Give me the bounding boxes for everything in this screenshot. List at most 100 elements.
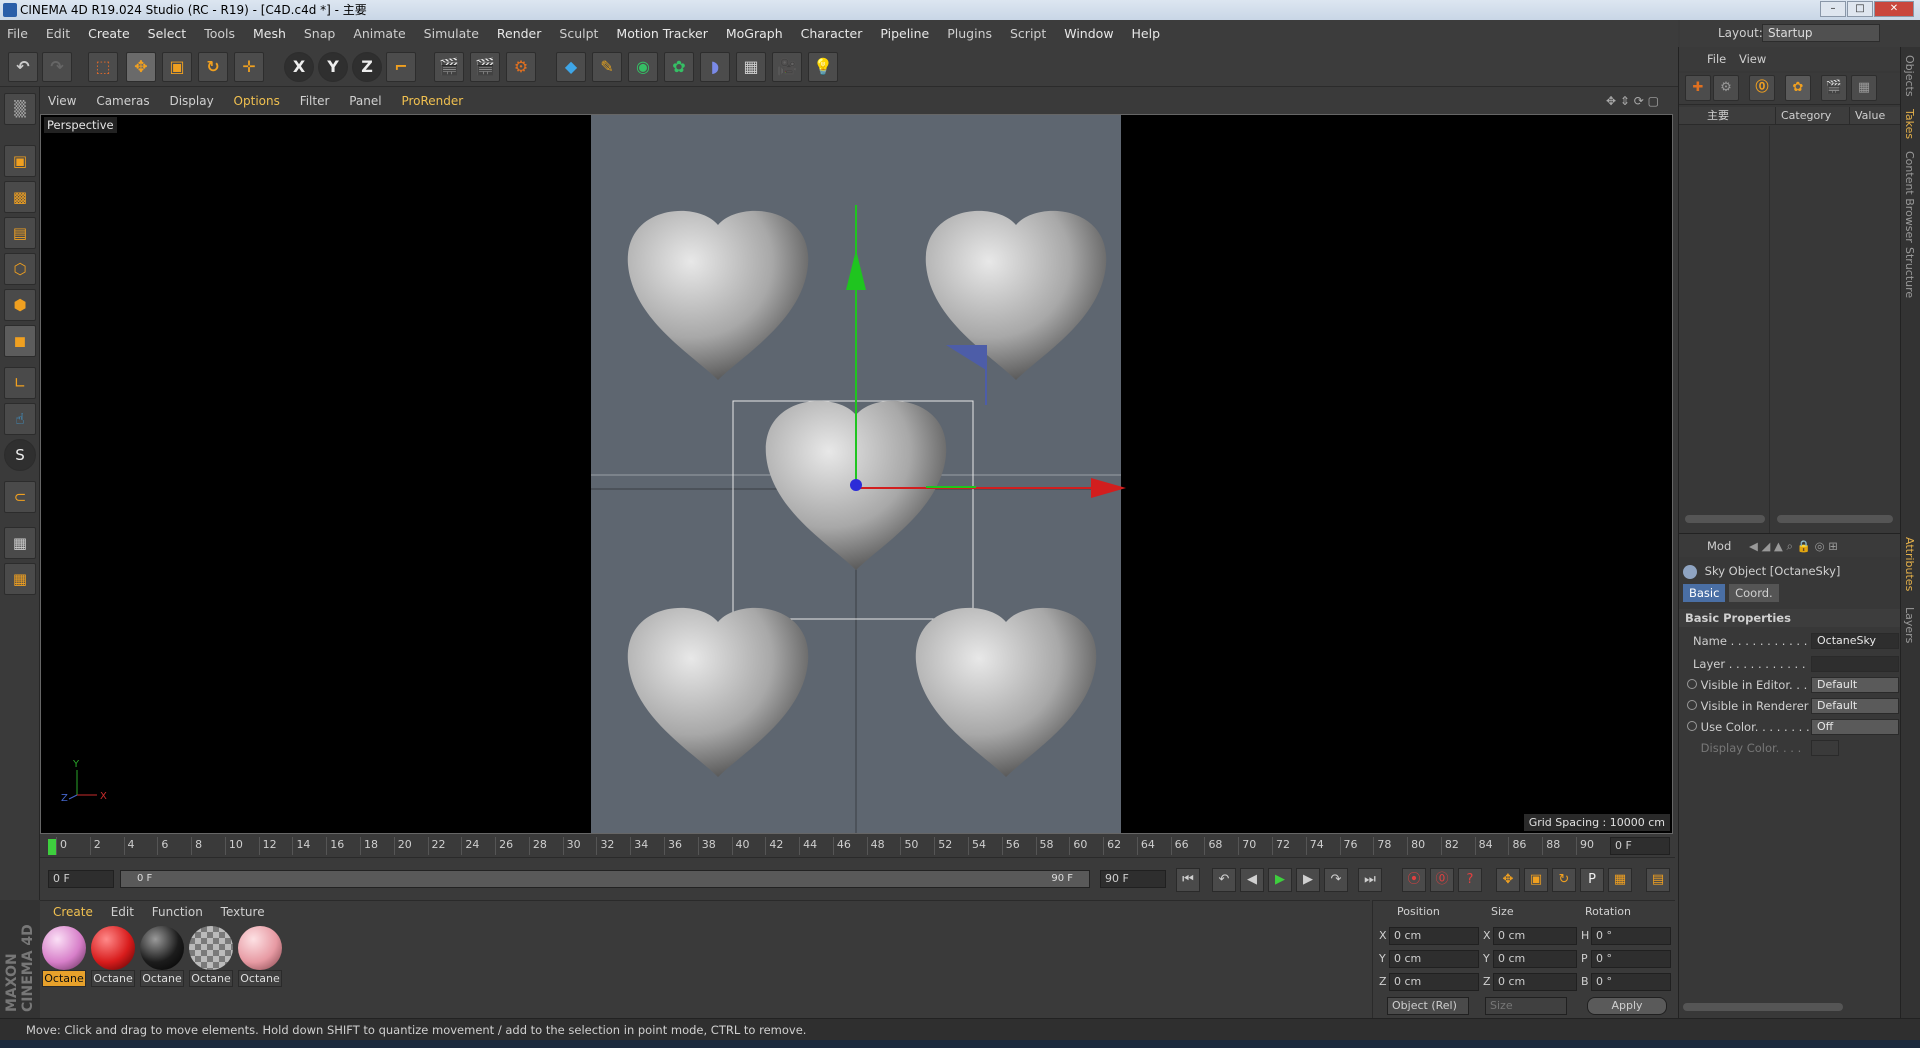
menu-pipeline[interactable]: Pipeline	[873, 20, 936, 47]
menu-help[interactable]: Help	[1125, 20, 1168, 47]
axis-x-lock[interactable]: X	[284, 52, 314, 82]
size-mode-dropdown[interactable]: Size	[1485, 997, 1567, 1015]
take-auto-icon[interactable]: ⓪	[1749, 75, 1775, 101]
texture-mode-icon[interactable]: ▩	[4, 181, 36, 213]
light-icon[interactable]: 💡	[808, 52, 838, 82]
cloner-icon[interactable]: ✿	[664, 52, 694, 82]
position-z-field[interactable]: 0 cm	[1389, 973, 1479, 991]
material-menu-edit[interactable]: Edit	[104, 905, 141, 919]
current-frame-field[interactable]: 0 F	[1610, 837, 1670, 855]
material-swatch-5[interactable]: Octane	[238, 926, 282, 987]
size-y-field[interactable]: 0 cm	[1493, 950, 1577, 968]
next-frame-icon[interactable]: ▶	[1296, 868, 1320, 892]
close-button[interactable]: ✕	[1874, 1, 1914, 17]
tab-coord[interactable]: Coord.	[1729, 584, 1779, 602]
go-to-end-icon[interactable]: ⏭	[1358, 868, 1382, 892]
workplane-icon[interactable]: ▤	[4, 217, 36, 249]
visible-in-renderer-dropdown[interactable]: Default	[1811, 698, 1899, 714]
rotation-p-field[interactable]: 0 °	[1591, 950, 1671, 968]
menu-motion-tracker[interactable]: Motion Tracker	[609, 20, 714, 47]
key-scale-icon[interactable]: ▣	[1524, 868, 1548, 892]
model-mode-icon[interactable]: ▣	[4, 145, 36, 177]
coord-mode-dropdown[interactable]: Object (Rel)	[1387, 997, 1469, 1015]
menu-create[interactable]: Create	[81, 20, 137, 47]
workplane-lock-icon[interactable]: ▦	[4, 527, 36, 559]
axis-y-lock[interactable]: Y	[318, 52, 348, 82]
takes-scrollbar-right[interactable]	[1777, 515, 1893, 523]
record-keys-icon[interactable]: ⦿	[1402, 868, 1426, 892]
name-field[interactable]: OctaneSky	[1811, 633, 1899, 649]
objects-menu-view[interactable]: View	[1739, 47, 1766, 71]
take-override-icon[interactable]: ⚙	[1713, 75, 1739, 101]
start-frame-field[interactable]: 0 F	[48, 870, 114, 888]
menu-edit[interactable]: Edit	[39, 20, 77, 47]
side-tab-attributes[interactable]: Attributes	[1903, 537, 1916, 591]
render-picture-viewer-icon[interactable]: 🎬	[470, 52, 500, 82]
take-render-icon[interactable]: 🎬	[1821, 75, 1847, 101]
size-z-field[interactable]: 0 cm	[1493, 973, 1577, 991]
previous-frame-icon[interactable]: ◀	[1240, 868, 1264, 892]
viewport-menu-panel[interactable]: Panel	[341, 89, 389, 113]
make-editable-icon[interactable]: ▒	[4, 93, 36, 125]
timeline-window-icon[interactable]: ▤	[1646, 868, 1670, 892]
play-icon[interactable]: ▶	[1268, 868, 1292, 892]
key-rotation-icon[interactable]: ↻	[1552, 868, 1576, 892]
axis-mode-icon[interactable]: ∟	[4, 367, 36, 399]
minimize-button[interactable]: –	[1820, 1, 1846, 17]
edges-mode-icon[interactable]: ⬢	[4, 289, 36, 321]
keyframe-selection-icon[interactable]: ?	[1458, 868, 1482, 892]
redo-icon[interactable]: ↷	[42, 52, 72, 82]
solo-mode-icon[interactable]: S	[4, 439, 36, 471]
tweak-mode-icon[interactable]: ☝	[4, 403, 36, 435]
viewport-menu-cameras[interactable]: Cameras	[88, 89, 157, 113]
rotate-tool-icon[interactable]: ↻	[198, 52, 228, 82]
menu-plugins[interactable]: Plugins	[940, 20, 999, 47]
visible-in-editor-dropdown[interactable]: Default	[1811, 677, 1899, 693]
subdivision-icon[interactable]: ◉	[628, 52, 658, 82]
end-frame-field[interactable]: 90 F	[1100, 870, 1166, 888]
side-tab-structure[interactable]: Structure	[1903, 247, 1916, 298]
planar-workplane-icon[interactable]: ▦	[4, 563, 36, 595]
menu-mograph[interactable]: MoGraph	[719, 20, 790, 47]
maximize-button[interactable]: □	[1847, 1, 1873, 17]
live-selection-icon[interactable]: ⬚	[88, 52, 118, 82]
menu-character[interactable]: Character	[794, 20, 870, 47]
layout-dropdown[interactable]: Startup	[1762, 24, 1880, 42]
polygons-mode-icon[interactable]: ◼	[4, 325, 36, 357]
menu-sculpt[interactable]: Sculpt	[552, 20, 605, 47]
rotation-b-field[interactable]: 0 °	[1591, 973, 1671, 991]
material-menu-create[interactable]: Create	[46, 905, 100, 919]
material-menu-function[interactable]: Function	[145, 905, 210, 919]
menu-simulate[interactable]: Simulate	[417, 20, 486, 47]
viewport-menu-display[interactable]: Display	[161, 89, 221, 113]
position-y-field[interactable]: 0 cm	[1389, 950, 1479, 968]
material-menu-texture[interactable]: Texture	[214, 905, 272, 919]
menu-mesh[interactable]: Mesh	[246, 20, 293, 47]
viewport-menu-options[interactable]: Options	[226, 89, 288, 113]
menu-select[interactable]: Select	[141, 20, 194, 47]
deformer-icon[interactable]: ◗	[700, 52, 730, 82]
take-settings-icon[interactable]: ▦	[1851, 75, 1877, 101]
side-tab-layers[interactable]: Layers	[1903, 607, 1916, 643]
tab-basic[interactable]: Basic	[1683, 584, 1726, 602]
undo-icon[interactable]: ↶	[8, 52, 38, 82]
animate-radio-icon[interactable]	[1687, 721, 1697, 731]
key-parameter-icon[interactable]: P	[1580, 868, 1604, 892]
menu-window[interactable]: Window	[1057, 20, 1120, 47]
viewport-nav-icons[interactable]: ✥ ⇕ ⟳ ▢	[1598, 89, 1667, 113]
next-key-icon[interactable]: ↷	[1324, 868, 1348, 892]
move-tool-icon[interactable]: ✥	[126, 52, 156, 82]
attributes-nav-icons[interactable]: ◀ ◢ ▲ ⌕ 🔒 ◎ ⊞	[1749, 534, 1838, 558]
viewport-menu-view[interactable]: View	[40, 89, 84, 113]
menu-script[interactable]: Script	[1003, 20, 1053, 47]
menu-render[interactable]: Render	[490, 20, 549, 47]
animate-radio-icon[interactable]	[1687, 679, 1697, 689]
menu-tools[interactable]: Tools	[197, 20, 242, 47]
axis-z-lock[interactable]: Z	[352, 52, 382, 82]
frame-range-slider[interactable]: 0 F 90 F	[120, 870, 1090, 888]
attributes-scrollbar[interactable]	[1683, 1003, 1843, 1011]
menu-snap[interactable]: Snap	[297, 20, 342, 47]
side-tab-content-browser[interactable]: Content Browser	[1903, 151, 1916, 243]
use-color-dropdown[interactable]: Off	[1811, 719, 1899, 735]
camera-icon[interactable]: 🎥	[772, 52, 802, 82]
